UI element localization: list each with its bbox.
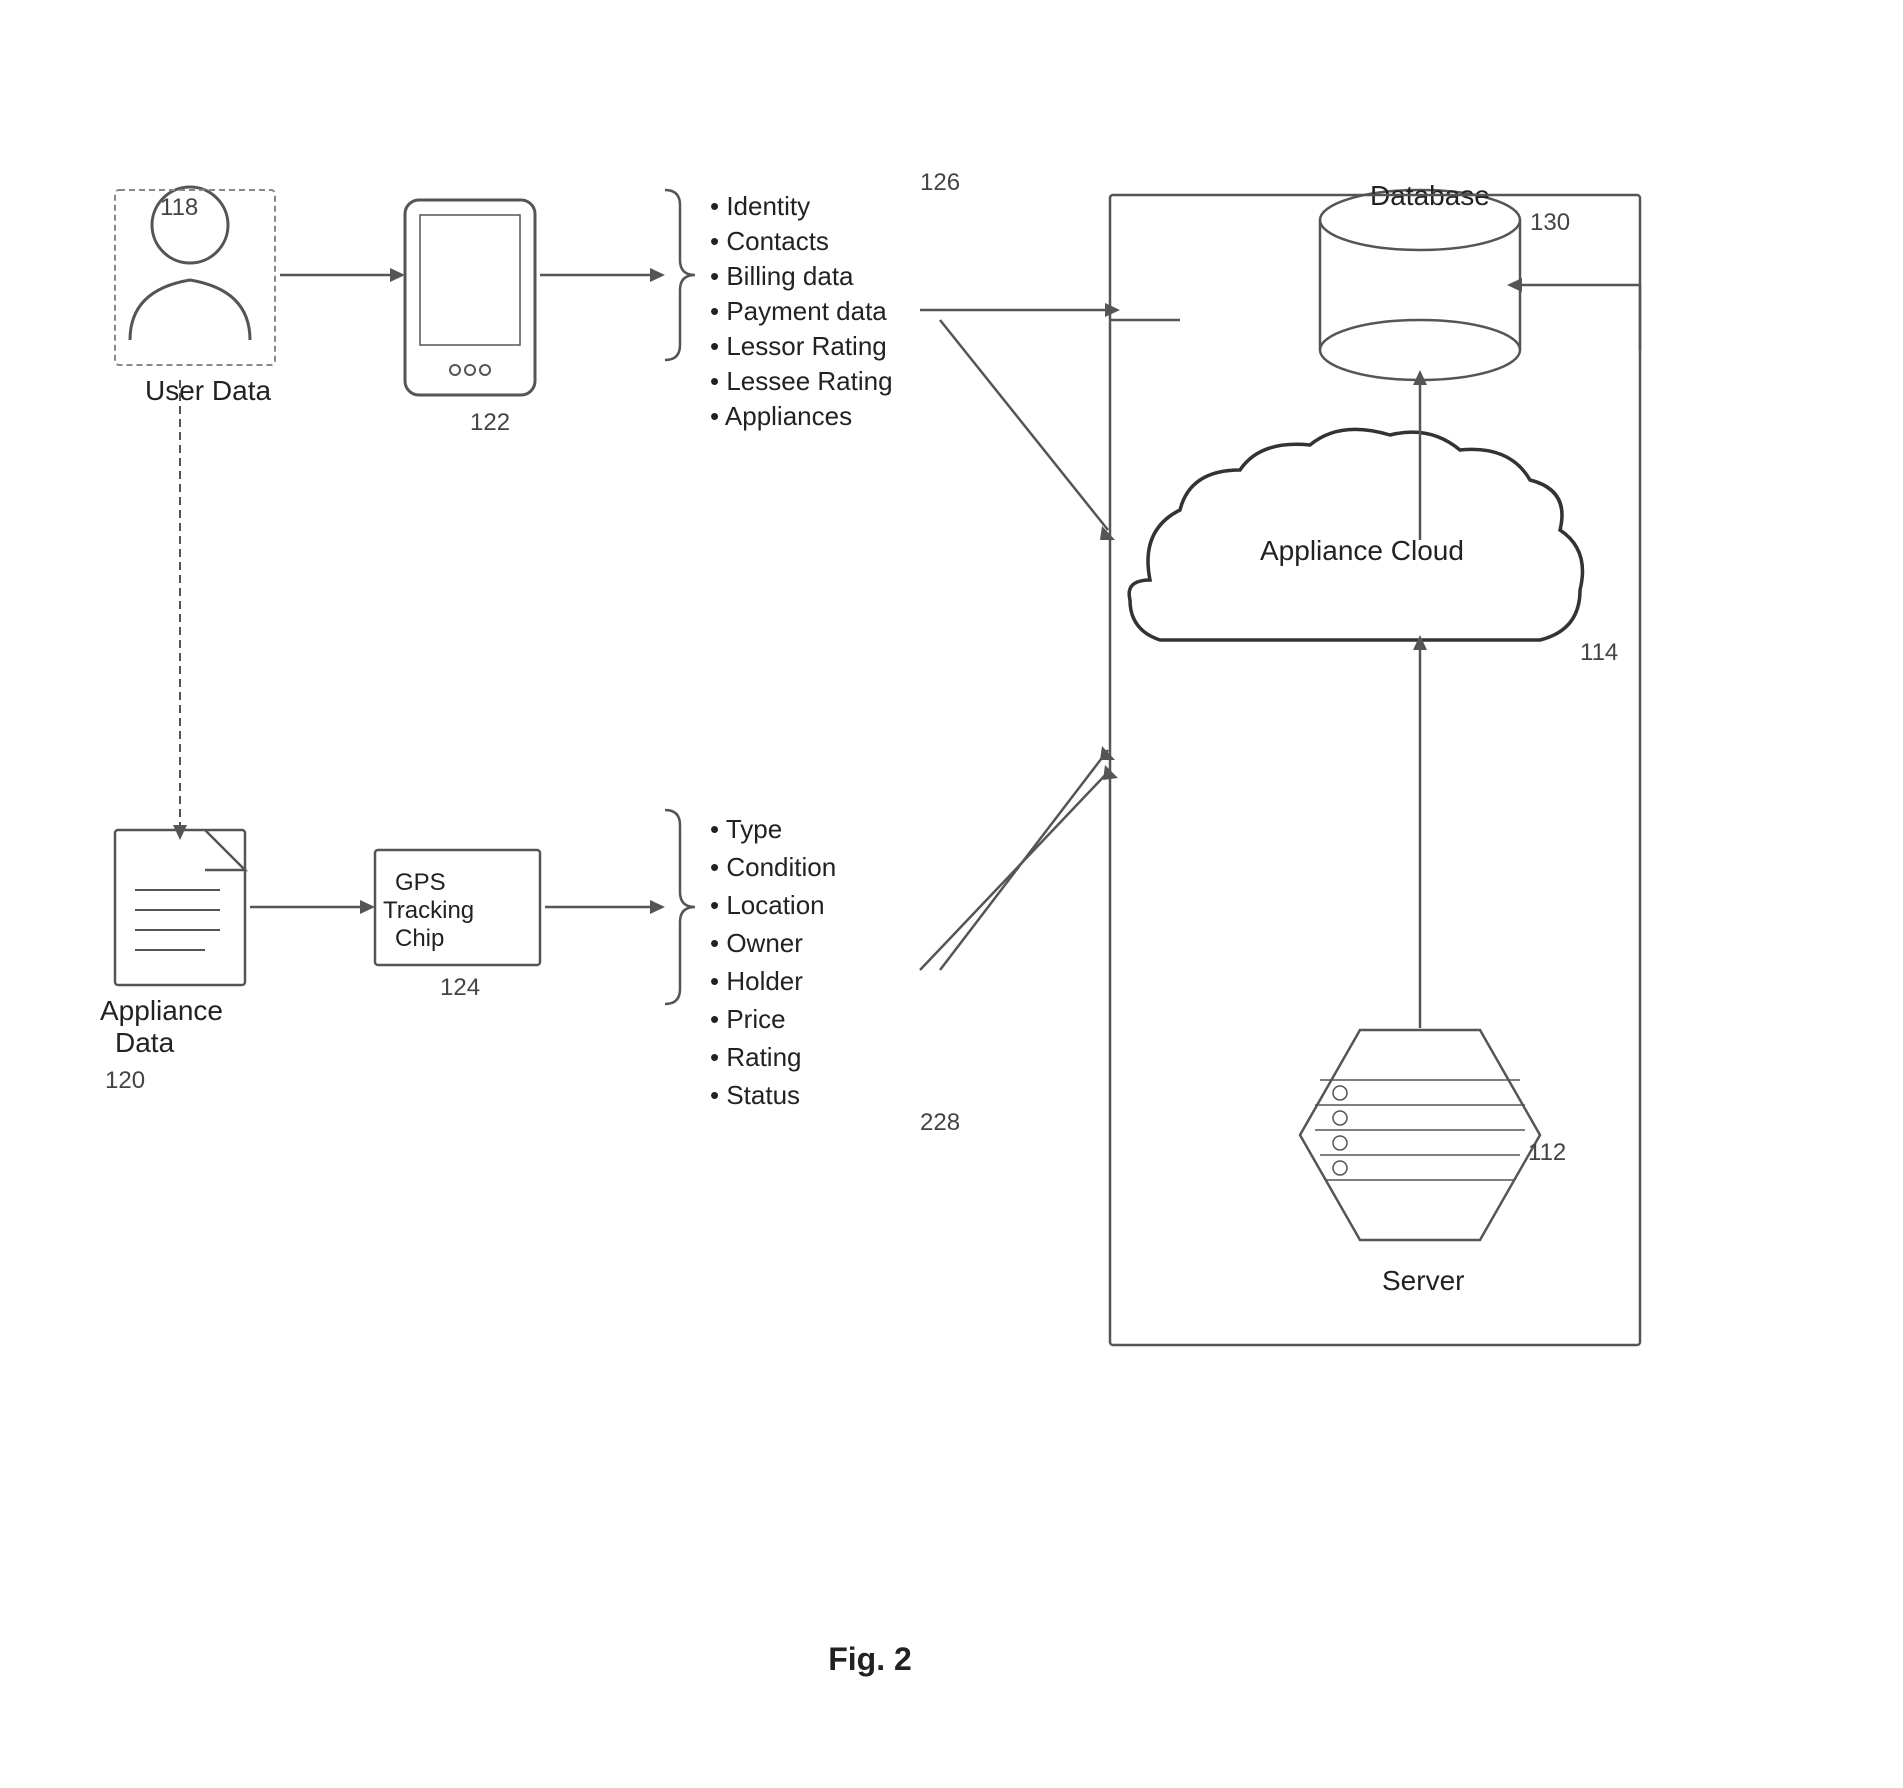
svg-text:GPS: GPS (395, 869, 446, 896)
svg-text:• Lessor Rating: • Lessor Rating (710, 331, 887, 361)
svg-text:• Identity: • Identity (710, 191, 810, 221)
ref-112: 112 (1528, 1139, 1566, 1166)
diagram-svg: User Data 118 122 126 • Identity • Conta… (50, 50, 1853, 1738)
ref-126: 126 (920, 169, 960, 196)
ref-122: 122 (470, 409, 510, 436)
svg-text:• Holder: • Holder (710, 966, 803, 996)
svg-text:• Type: • Type (710, 814, 782, 844)
svg-text:• Status: • Status (710, 1080, 800, 1110)
ref-114: 114 (1580, 639, 1618, 666)
svg-text:• Billing data: • Billing data (710, 261, 854, 291)
svg-text:• Location: • Location (710, 890, 825, 920)
svg-text:• Appliances: • Appliances (710, 401, 852, 431)
appliance-data-label2: Data (115, 1027, 175, 1058)
ref-118: 118 (160, 194, 198, 221)
svg-text:• Contacts: • Contacts (710, 226, 829, 256)
appliance-data-label: Appliance (100, 995, 223, 1026)
svg-text:• Owner: • Owner (710, 928, 803, 958)
ref-130: 130 (1530, 209, 1570, 236)
cloud-label: Appliance Cloud (1260, 535, 1464, 566)
ref-120: 120 (105, 1067, 145, 1094)
server-label: Server (1382, 1265, 1464, 1296)
svg-text:Chip: Chip (395, 925, 444, 952)
svg-text:• Rating: • Rating (710, 1042, 801, 1072)
svg-text:• Condition: • Condition (710, 852, 836, 882)
svg-text:Tracking: Tracking (383, 897, 474, 924)
diagram-container: User Data 118 122 126 • Identity • Conta… (50, 50, 1853, 1738)
svg-text:• Payment data: • Payment data (710, 296, 887, 326)
figure-label: Fig. 2 (828, 1641, 912, 1677)
ref-228: 228 (920, 1109, 960, 1136)
ref-124: 124 (440, 974, 480, 1001)
user-data-label: User Data (145, 375, 271, 406)
svg-text:• Lessee Rating: • Lessee Rating (710, 366, 893, 396)
svg-text:• Price: • Price (710, 1004, 786, 1034)
